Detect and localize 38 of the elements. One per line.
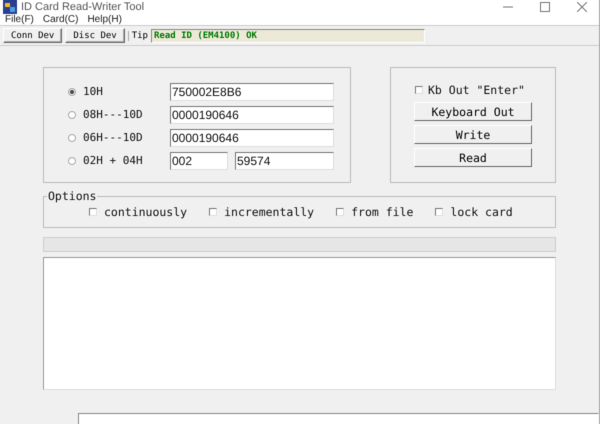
- toolbar-button[interactable]: Disc Dev: [65, 28, 125, 43]
- checkbox[interactable]: [415, 86, 423, 94]
- action-button[interactable]: Keyboard Out: [414, 102, 532, 121]
- app-icon: [3, 0, 17, 14]
- checkbox[interactable]: [89, 208, 97, 216]
- value-field[interactable]: 002: [170, 152, 228, 170]
- radio-button[interactable]: [68, 134, 76, 142]
- radio-button[interactable]: [68, 88, 76, 96]
- tip-status-field: Read ID (EM4100) OK: [150, 28, 425, 42]
- action-button[interactable]: Write: [414, 125, 532, 144]
- menu-item[interactable]: Card(C): [42, 14, 78, 25]
- window-title: ID Card Read-Writer Tool: [21, 1, 144, 13]
- group-title: Options: [47, 189, 98, 203]
- format-label: 08H---10D: [83, 108, 144, 121]
- action-button[interactable]: Read: [414, 148, 532, 167]
- value-field[interactable]: 0000190646: [170, 128, 334, 146]
- format-label: 02H + 04H: [83, 154, 144, 167]
- toolbar-button[interactable]: Conn Dev: [3, 28, 62, 43]
- close-icon[interactable]: [577, 2, 587, 12]
- radio-button[interactable]: [68, 110, 76, 118]
- checkbox[interactable]: [336, 208, 344, 216]
- value-field[interactable]: 750002E8B6: [170, 82, 334, 100]
- checkbox[interactable]: [209, 208, 218, 216]
- checkbox[interactable]: [435, 208, 444, 216]
- tip-label: Tip: [128, 30, 148, 40]
- format-label: 06H---10D: [83, 131, 144, 144]
- checkbox-label: incrementally: [224, 205, 314, 219]
- menu-item[interactable]: File(F): [5, 14, 34, 25]
- checkbox-label: Kb Out "Enter": [428, 83, 525, 97]
- maximize-icon[interactable]: [540, 2, 550, 12]
- checkbox-label: from file: [351, 205, 414, 219]
- checkbox-label: continuously: [104, 205, 188, 219]
- checkbox-label: lock card: [450, 205, 513, 219]
- value-field[interactable]: 59574: [235, 152, 334, 170]
- radio-button[interactable]: [68, 156, 76, 164]
- value-field[interactable]: 0000190646: [170, 106, 334, 124]
- menu-item[interactable]: Help(H): [87, 14, 122, 25]
- format-label: 10H: [83, 85, 104, 98]
